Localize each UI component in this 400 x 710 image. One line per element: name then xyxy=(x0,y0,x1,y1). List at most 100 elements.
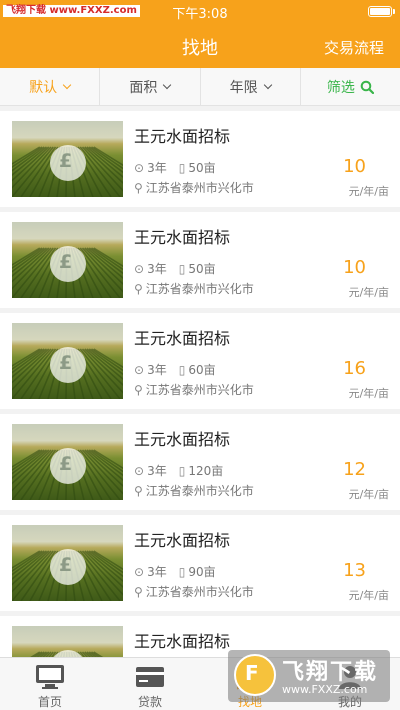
listing-meta: ⊙ 3年 ▯ 60亩 xyxy=(134,361,216,378)
status-bar: 飞翔下载 www.FXXZ.com 下午3:08 xyxy=(0,0,400,22)
map-icon: ▯ xyxy=(178,362,186,377)
listing-list: £ 王元水面招标 ⊙ 3年 ▯ 50亩 ⚲ 江苏省泰州市兴化市 10 元/年/亩 £ 王元水面招标 ⊙ 3… xyxy=(0,111,400,710)
watermark-name: 飞翔下载 xyxy=(282,660,379,685)
listing-meta: ⊙ 3年 ▯ 120亩 xyxy=(134,462,223,479)
listing-area: 50亩 xyxy=(188,161,216,175)
listing-thumbnail: £ xyxy=(12,222,123,298)
battery-tip xyxy=(393,9,395,14)
listing-area: 60亩 xyxy=(188,363,216,377)
leaf-logo-icon: £ xyxy=(50,145,86,181)
location-pin-icon: ⚲ xyxy=(134,282,143,296)
listing-card[interactable]: £ 王元水面招标 ⊙ 3年 ▯ 50亩 ⚲ 江苏省泰州市兴化市 10 元/年/亩 xyxy=(0,212,400,308)
map-icon: ▯ xyxy=(178,160,186,175)
listing-location: ⚲ 江苏省泰州市兴化市 xyxy=(134,280,254,297)
listing-location-text: 江苏省泰州市兴化市 xyxy=(145,181,254,195)
listing-title: 王元水面招标 xyxy=(134,329,231,348)
tab-home[interactable]: 首页 xyxy=(0,658,100,710)
listing-price: 12 xyxy=(343,459,366,480)
filter-screen[interactable]: 筛选 xyxy=(301,68,400,105)
tab-home-label: 首页 xyxy=(37,695,62,709)
filter-screen-label: 筛选 xyxy=(326,79,355,96)
listing-thumbnail: £ xyxy=(12,525,123,601)
listing-price-unit: 元/年/亩 xyxy=(348,286,389,299)
chevron-down-icon xyxy=(263,80,272,89)
filter-area-label: 面积 xyxy=(129,79,158,96)
listing-title: 王元水面招标 xyxy=(134,531,231,550)
listing-card[interactable]: £ 王元水面招标 ⊙ 3年 ▯ 50亩 ⚲ 江苏省泰州市兴化市 10 元/年/亩 xyxy=(0,111,400,207)
filter-bar: 默认 面积 年限 筛选 xyxy=(0,68,400,106)
clock-icon: ⊙ xyxy=(134,362,145,377)
chevron-down-icon xyxy=(62,80,72,89)
listing-title: 王元水面招标 xyxy=(134,632,231,651)
listing-location-text: 江苏省泰州市兴化市 xyxy=(145,383,254,397)
listing-meta: ⊙ 3年 ▯ 50亩 xyxy=(134,159,216,176)
listing-thumbnail: £ xyxy=(12,323,123,399)
clock-icon: ⊙ xyxy=(134,564,145,579)
map-icon: ▯ xyxy=(178,564,186,579)
trade-process-link[interactable]: 交易流程 xyxy=(324,37,384,58)
status-time: 下午3:08 xyxy=(172,7,228,22)
leaf-logo-icon: £ xyxy=(50,448,86,484)
clock-icon: ⊙ xyxy=(134,261,145,276)
filter-default[interactable]: 默认 xyxy=(0,68,101,105)
listing-card[interactable]: £ 王元水面招标 ⊙ 3年 ▯ 90亩 ⚲ 江苏省泰州市兴化市 13 元/年/亩 xyxy=(0,515,400,611)
clock-icon: ⊙ xyxy=(134,160,145,175)
listing-area: 120亩 xyxy=(188,464,224,478)
listing-meta: ⊙ 3年 ▯ 90亩 xyxy=(134,563,216,580)
map-icon: ▯ xyxy=(178,463,186,478)
watermark-logo: F 飞翔下载 www.FXXZ.com xyxy=(228,650,390,702)
location-pin-icon: ⚲ xyxy=(134,484,143,498)
leaf-logo-icon: £ xyxy=(50,549,86,585)
listing-thumbnail: £ xyxy=(12,424,123,500)
watermark-url: www.FXXZ.com xyxy=(282,683,368,696)
listing-card[interactable]: £ 王元水面招标 ⊙ 3年 ▯ 60亩 ⚲ 江苏省泰州市兴化市 16 元/年/亩 xyxy=(0,313,400,409)
listing-years: 3年 xyxy=(147,464,167,478)
tab-loan[interactable]: 贷款 xyxy=(100,658,200,710)
listing-price-unit: 元/年/亩 xyxy=(348,589,389,602)
listing-meta: ⊙ 3年 ▯ 50亩 xyxy=(134,260,216,277)
listing-price-unit: 元/年/亩 xyxy=(348,387,389,400)
listing-title: 王元水面招标 xyxy=(134,430,231,449)
listing-location-text: 江苏省泰州市兴化市 xyxy=(145,585,254,599)
listing-location: ⚲ 江苏省泰州市兴化市 xyxy=(134,583,254,600)
location-pin-icon: ⚲ xyxy=(134,585,143,599)
listing-title: 王元水面招标 xyxy=(134,127,231,146)
clock-icon: ⊙ xyxy=(134,463,145,478)
listing-years: 3年 xyxy=(147,161,167,175)
tab-loan-label: 贷款 xyxy=(137,695,162,709)
listing-area: 90亩 xyxy=(188,565,216,579)
map-icon: ▯ xyxy=(178,261,186,276)
listing-location: ⚲ 江苏省泰州市兴化市 xyxy=(134,381,254,398)
location-pin-icon: ⚲ xyxy=(134,383,143,397)
listing-years: 3年 xyxy=(147,363,167,377)
filter-area[interactable]: 面积 xyxy=(100,68,201,105)
location-pin-icon: ⚲ xyxy=(134,181,143,195)
listing-card[interactable]: £ 王元水面招标 ⊙ 3年 ▯ 120亩 ⚲ 江苏省泰州市兴化市 12 元/年/亩 xyxy=(0,414,400,510)
filter-default-label: 默认 xyxy=(29,79,58,96)
listing-thumbnail: £ xyxy=(12,121,123,197)
listing-location: ⚲ 江苏省泰州市兴化市 xyxy=(134,179,254,196)
listing-area: 50亩 xyxy=(188,262,216,276)
listing-price: 10 xyxy=(343,257,366,278)
listing-price: 16 xyxy=(343,358,366,379)
watermark-badge-icon: F xyxy=(234,654,276,696)
listing-years: 3年 xyxy=(147,262,167,276)
filter-term-label: 年限 xyxy=(229,79,258,96)
battery-icon xyxy=(368,6,392,17)
header-bar: 飞翔下载 www.FXXZ.com 下午3:08 找地 交易流程 xyxy=(0,0,400,68)
listing-price: 13 xyxy=(343,560,366,581)
listing-location-text: 江苏省泰州市兴化市 xyxy=(145,484,254,498)
listing-location: ⚲ 江苏省泰州市兴化市 xyxy=(134,482,254,499)
listing-location-text: 江苏省泰州市兴化市 xyxy=(145,282,254,296)
leaf-logo-icon: £ xyxy=(50,246,86,282)
card-icon xyxy=(135,663,165,691)
listing-years: 3年 xyxy=(147,565,167,579)
listing-price: 10 xyxy=(343,156,366,177)
listing-title: 王元水面招标 xyxy=(134,228,231,247)
listing-price-unit: 元/年/亩 xyxy=(348,185,389,198)
filter-term[interactable]: 年限 xyxy=(201,68,301,105)
chevron-down-icon xyxy=(163,80,172,89)
listing-price-unit: 元/年/亩 xyxy=(348,488,389,501)
search-icon xyxy=(360,80,374,94)
monitor-icon xyxy=(35,663,65,691)
